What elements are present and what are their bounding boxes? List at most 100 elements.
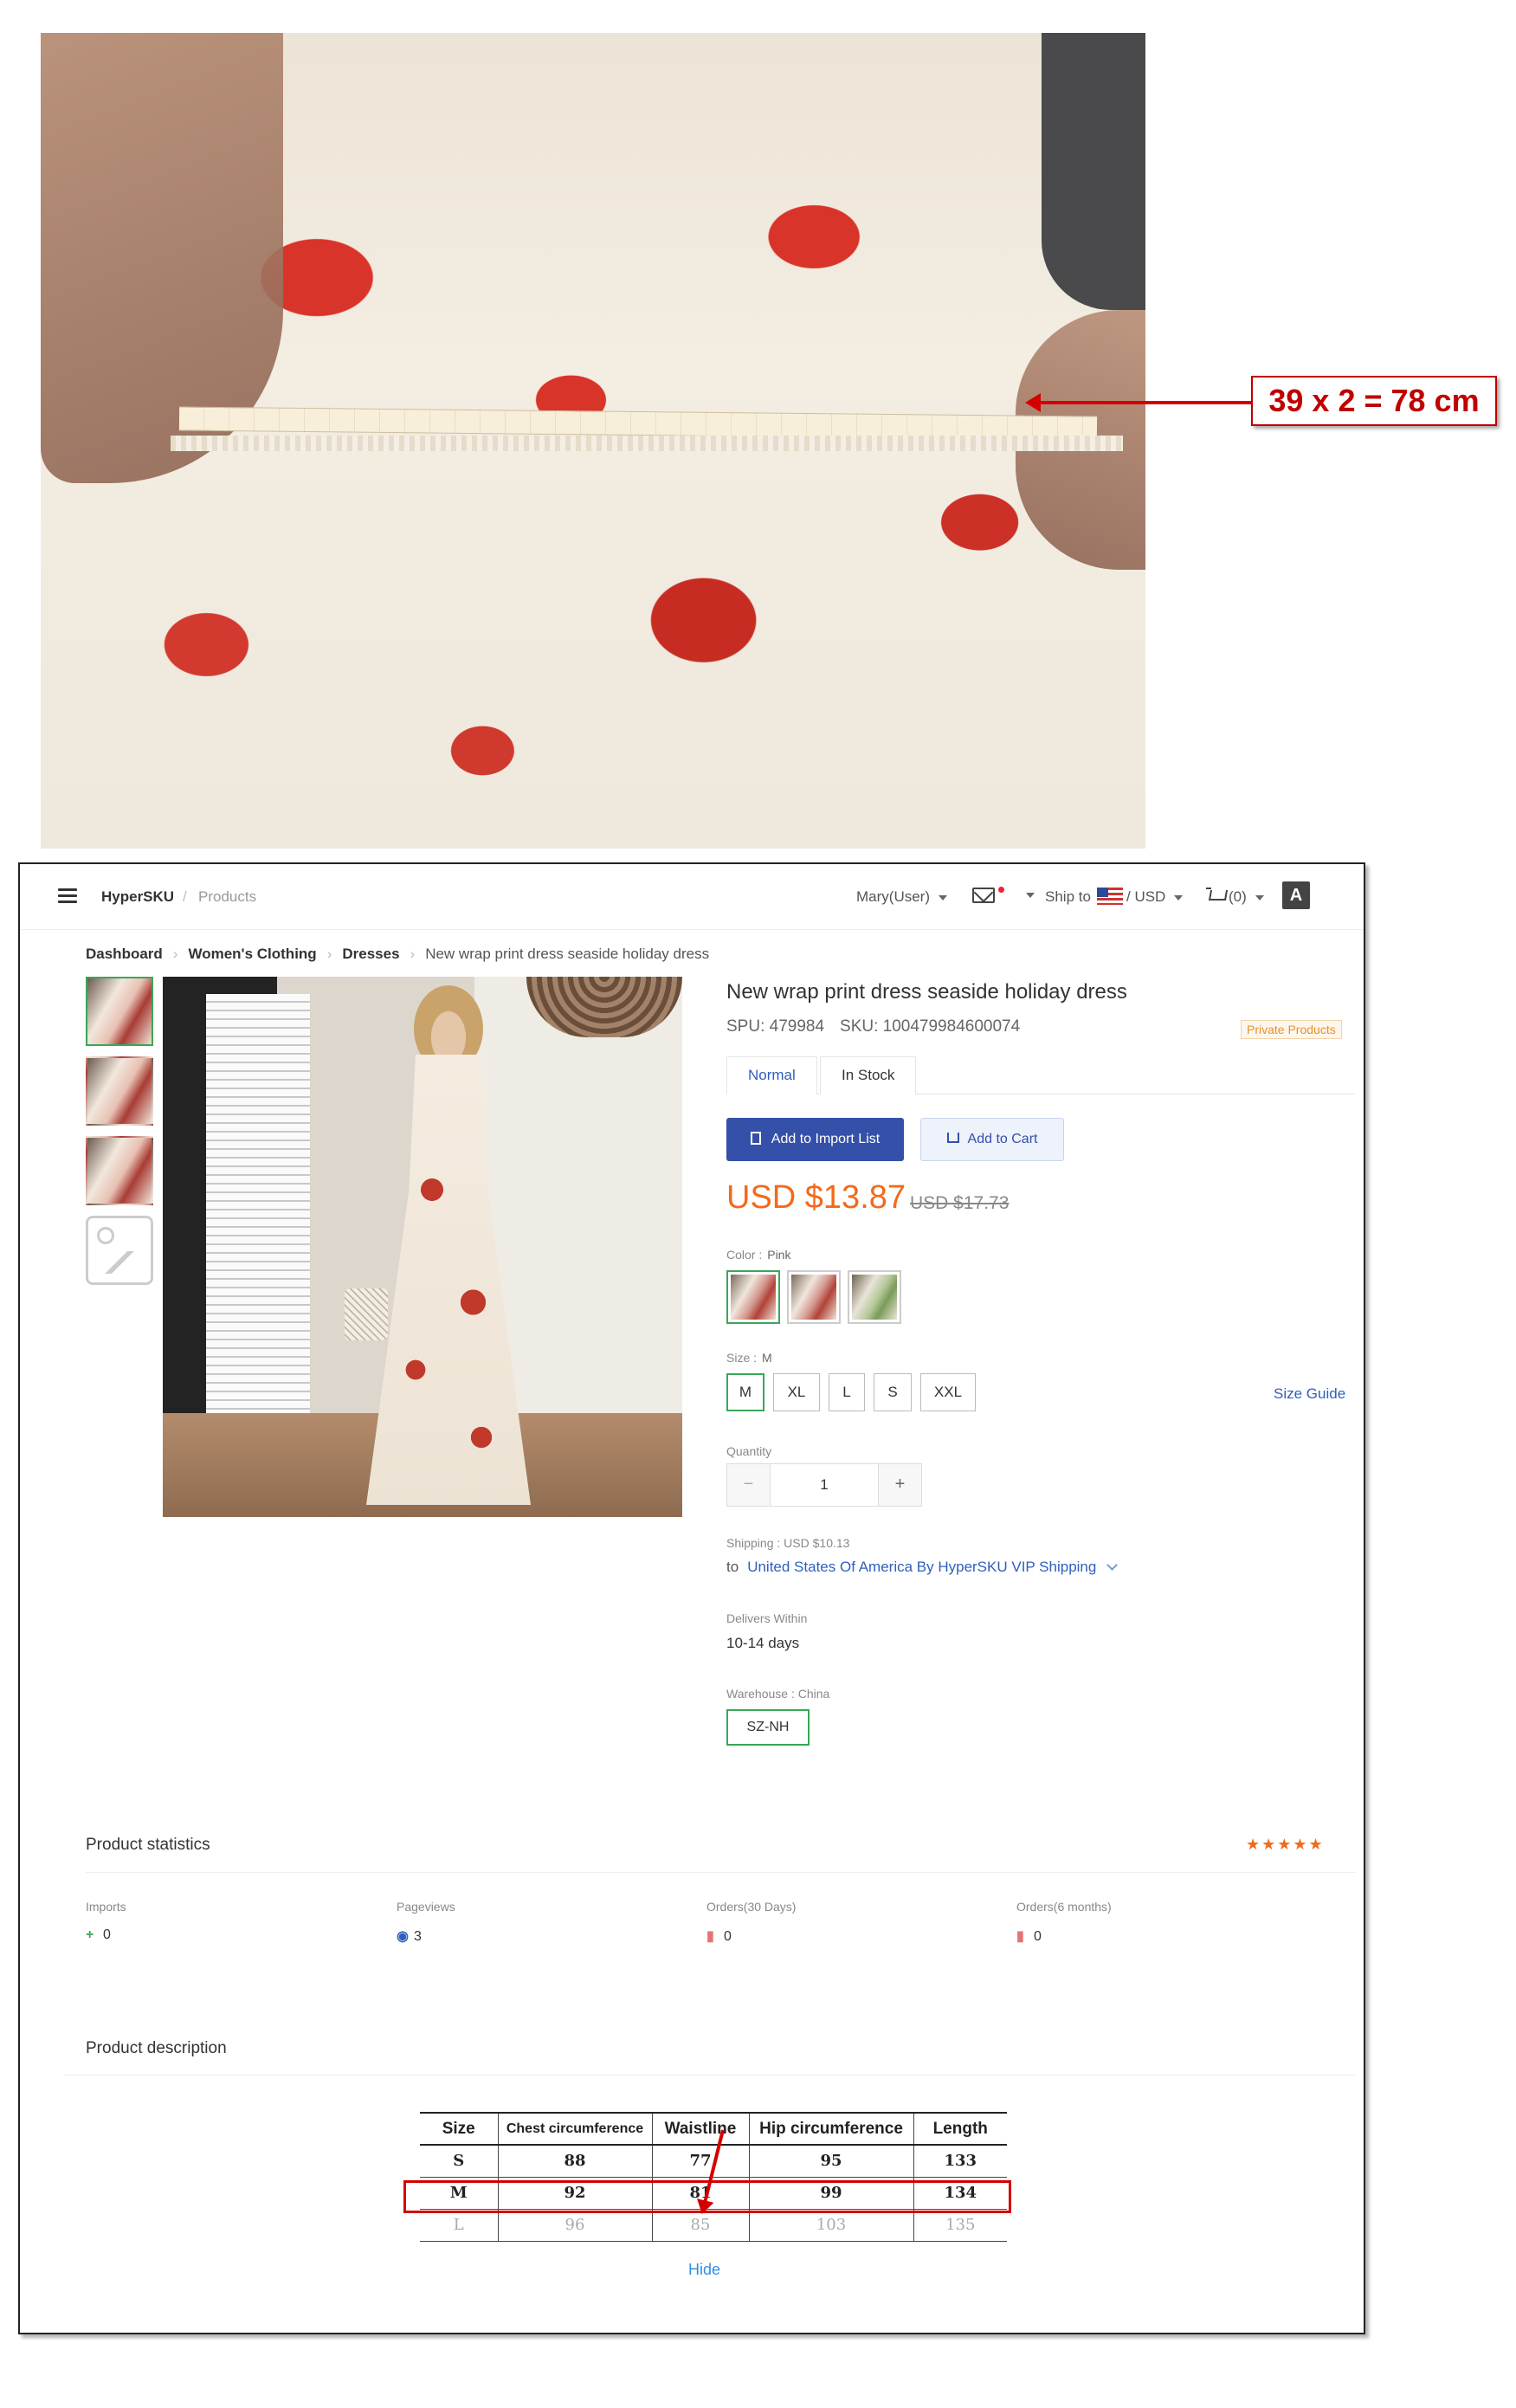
color-swatch-2[interactable] [787,1270,841,1324]
color-swatch-1[interactable] [726,1270,780,1324]
cart-icon [946,1133,959,1143]
size-option-xl[interactable]: XL [773,1373,820,1411]
column-header: Waistline [651,2112,750,2146]
private-products-tag: Private Products [1241,1020,1342,1039]
quantity-stepper: − 1 + [726,1463,922,1507]
shipping-destination: to United States Of America By HyperSKU V… [726,1559,1119,1576]
stat-label: Orders(6 months) [1016,1900,1112,1914]
add-to-import-list-label: Add to Import List [771,1132,881,1146]
hide-description-link[interactable]: Hide [688,2261,720,2279]
chevron-down-icon[interactable] [1026,893,1035,898]
thumbnail-1[interactable] [86,977,153,1046]
ship-to-label[interactable]: Ship to [1045,888,1091,906]
table-cell: S [420,2144,499,2178]
currency-selector[interactable]: / USD [1126,888,1184,906]
stat-orders-6-months: Orders(6 months) ▮ 0 [1016,1900,1112,1945]
size-guide-link[interactable]: Size Guide [1274,1385,1345,1403]
top-navigation-bar: HyperSKU / Products Mary(User) Ship to /… [20,864,1364,930]
table-cell: 88 [497,2144,653,2178]
language-icon[interactable]: A [1282,881,1310,909]
user-menu[interactable]: Mary(User) [856,888,947,906]
chevron-right-icon: › [172,946,178,962]
hamburger-menu-icon[interactable] [58,888,77,904]
user-name: Mary(User) [856,888,930,905]
tab-normal[interactable]: Normal [726,1056,817,1094]
chevron-right-icon: › [326,946,332,962]
stat-value: 3 [414,1929,422,1944]
thumbnail-3[interactable] [86,1136,153,1205]
size-value: M [762,1351,772,1365]
stock-tabs: Normal In Stock [726,1056,1355,1094]
size-option-xxl[interactable]: XXL [920,1373,976,1411]
add-to-cart-button[interactable]: Add to Cart [920,1118,1064,1161]
add-to-import-list-button[interactable]: Add to Import List [726,1118,904,1161]
color-value: Pink [767,1248,791,1262]
increase-button[interactable]: + [878,1464,921,1506]
column-header: Size [420,2112,499,2146]
warehouse-option[interactable]: SZ-NH [726,1709,810,1746]
cart-count-label: (0) [1229,888,1247,905]
size-option-s[interactable]: S [874,1373,912,1411]
stat-orders-30-days: Orders(30 Days) ▮ 0 [706,1900,796,1945]
tab-in-stock[interactable]: In Stock [820,1056,917,1094]
floral-dress [366,1055,531,1505]
chevron-down-icon [1255,894,1264,901]
header-separator: / [183,888,187,905]
color-label-text: Color : [726,1248,763,1262]
measurement-arrow [1025,393,1251,412]
decrease-button[interactable]: − [727,1464,771,1506]
dress-measurement-photo [41,33,1145,849]
breadcrumb-item-dashboard[interactable]: Dashboard [86,946,163,962]
stat-label: Pageviews [397,1900,455,1914]
warehouse-label: Warehouse : China [726,1687,829,1701]
original-price: USD $17.73 [910,1193,1010,1213]
color-label: Color : Pink [726,1248,790,1262]
mail-icon[interactable] [972,888,995,903]
table-cell: 135 [913,2208,1007,2242]
chevron-down-icon [1174,894,1184,901]
table-cell: 133 [913,2144,1007,2178]
chevron-down-icon [939,894,947,901]
size-label: Size : M [726,1351,772,1365]
table-cell: 96 [497,2208,653,2242]
quantity-input[interactable]: 1 [771,1464,878,1506]
thumbnail-list [86,977,155,1295]
cart-icon[interactable] [1206,888,1227,905]
brand-name[interactable]: HyperSKU [101,888,174,906]
wall-hat [526,977,682,1037]
section-label[interactable]: Products [198,888,256,906]
shipping-cost: USD $10.13 [784,1536,850,1550]
size-option-m[interactable]: M [726,1373,764,1411]
table-cell: 95 [748,2144,914,2178]
column-header: Length [913,2112,1007,2146]
color-swatch-3[interactable] [848,1270,901,1324]
waist-seam [171,436,1123,451]
breadcrumb-item-womens-clothing[interactable]: Women's Clothing [188,946,316,962]
image-placeholder-icon[interactable] [86,1216,153,1285]
stat-value: 0 [724,1929,732,1944]
stat-label: Orders(30 Days) [706,1900,797,1914]
stat-label: Imports [86,1900,126,1914]
chevron-down-icon[interactable] [1106,1559,1119,1571]
us-flag-icon[interactable] [1097,888,1123,905]
shipping-label: Shipping : USD $10.13 [726,1536,849,1550]
stat-pageviews: Pageviews ◉ 3 [397,1900,455,1945]
shipping-method-link[interactable]: United States Of America By HyperSKU VIP… [747,1559,1096,1575]
thumbnail-2[interactable] [86,1056,153,1126]
cart-count[interactable]: (0) [1229,888,1264,906]
size-option-l[interactable]: L [829,1373,865,1411]
breadcrumb-item-current: New wrap print dress seaside holiday dre… [425,946,710,962]
delivery-time: 10-14 days [726,1635,800,1651]
eye-icon: ◉ [397,1929,409,1944]
spu: SPU: 479984 [726,1017,825,1036]
product-ids: SPU: 479984 SKU: 100479984600074 [726,1017,1020,1036]
warehouse-label-text: Warehouse : [726,1687,795,1701]
table-header-row: Size Chest circumference Waistline Hip c… [420,2112,1007,2146]
ship-to-prefix: to [726,1559,739,1575]
warehouse-country: China [797,1687,830,1701]
shipping-label-text: Shipping : [726,1536,781,1550]
breadcrumb-item-dresses[interactable]: Dresses [342,946,399,962]
product-title: New wrap print dress seaside holiday dre… [726,980,1127,1004]
handbag [345,1288,388,1340]
notification-dot-icon [998,887,1004,893]
